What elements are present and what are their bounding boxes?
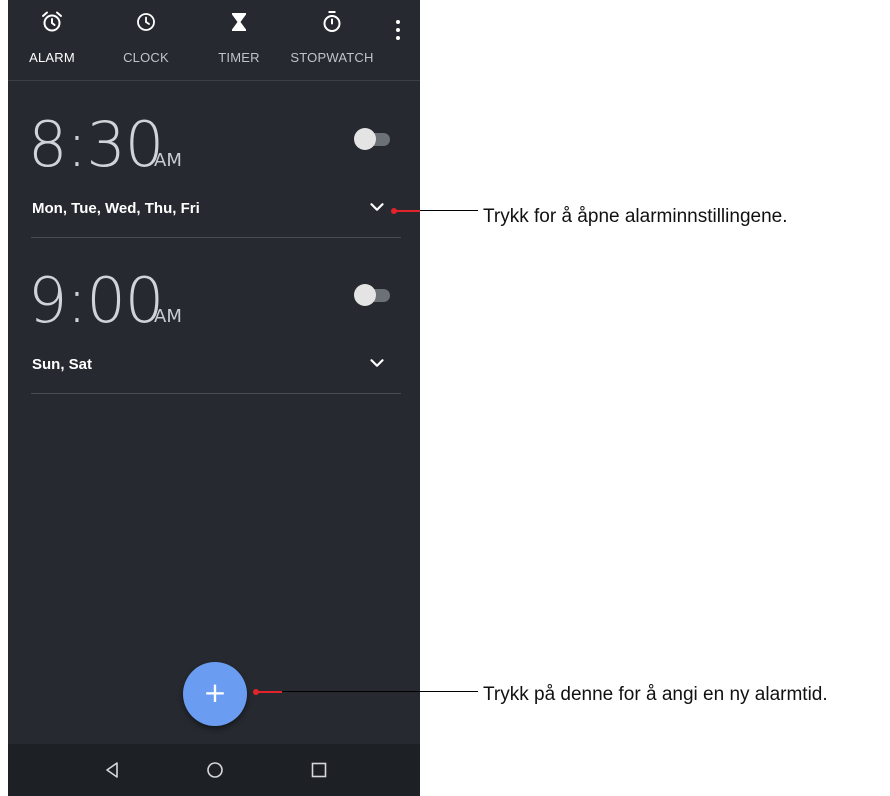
alarm-item: 8:30 AM Mon, Tue, Wed, Thu, Fri bbox=[8, 82, 420, 238]
tab-stopwatch[interactable]: STOPWATCH bbox=[284, 0, 380, 80]
tab-alarm[interactable]: ALARM bbox=[16, 0, 88, 80]
callout-leader-line bbox=[282, 691, 478, 692]
callout-leader-line bbox=[420, 210, 478, 211]
hourglass-icon bbox=[232, 13, 246, 31]
clock-icon bbox=[137, 13, 155, 31]
tab-timer-label: TIMER bbox=[218, 50, 260, 65]
callout-pointer-line bbox=[256, 691, 282, 693]
alarm-divider bbox=[31, 393, 401, 394]
alarm-clock-icon bbox=[42, 11, 62, 32]
clock-app-screen: ALARM CLOCK TIMER STOPWATCH 8:30 AM Mon,… bbox=[8, 0, 420, 796]
alarm-days: Sun, Sat bbox=[32, 356, 93, 373]
more-options-icon[interactable] bbox=[390, 16, 406, 44]
navigation-bar bbox=[8, 744, 420, 796]
alarm-toggle[interactable] bbox=[354, 128, 392, 150]
alarm-days: Mon, Tue, Wed, Thu, Fri bbox=[32, 200, 200, 217]
alarm-ampm[interactable]: AM bbox=[154, 306, 182, 327]
callout-add-text: Trykk på denne for å angi en ny alarmtid… bbox=[483, 684, 828, 705]
alarm-time[interactable]: 8:30 bbox=[28, 108, 164, 181]
tab-alarm-label: ALARM bbox=[29, 50, 75, 65]
chevron-down-icon[interactable] bbox=[366, 352, 388, 374]
back-icon[interactable] bbox=[100, 758, 124, 782]
alarm-time[interactable]: 9:00 bbox=[28, 264, 164, 337]
chevron-down-icon[interactable] bbox=[366, 196, 388, 218]
toggle-thumb bbox=[354, 284, 376, 306]
tab-bar: ALARM CLOCK TIMER STOPWATCH bbox=[8, 0, 420, 80]
tab-clock-label: CLOCK bbox=[123, 50, 169, 65]
callout-pointer-line bbox=[394, 210, 420, 212]
tab-timer[interactable]: TIMER bbox=[204, 0, 274, 80]
toggle-thumb bbox=[354, 128, 376, 150]
tab-bar-divider bbox=[8, 80, 420, 81]
callout-expand-text: Trykk for å åpne alarminnstillingene. bbox=[483, 206, 788, 227]
recents-icon[interactable] bbox=[307, 758, 331, 782]
add-alarm-button[interactable]: + bbox=[183, 662, 247, 726]
tab-stopwatch-label: STOPWATCH bbox=[290, 50, 374, 65]
tab-clock[interactable]: CLOCK bbox=[110, 0, 182, 80]
stopwatch-icon bbox=[323, 11, 341, 32]
alarm-toggle[interactable] bbox=[354, 284, 392, 306]
home-icon[interactable] bbox=[203, 758, 227, 782]
alarm-ampm[interactable]: AM bbox=[154, 150, 182, 171]
alarm-item: 9:00 AM Sun, Sat bbox=[8, 238, 420, 394]
